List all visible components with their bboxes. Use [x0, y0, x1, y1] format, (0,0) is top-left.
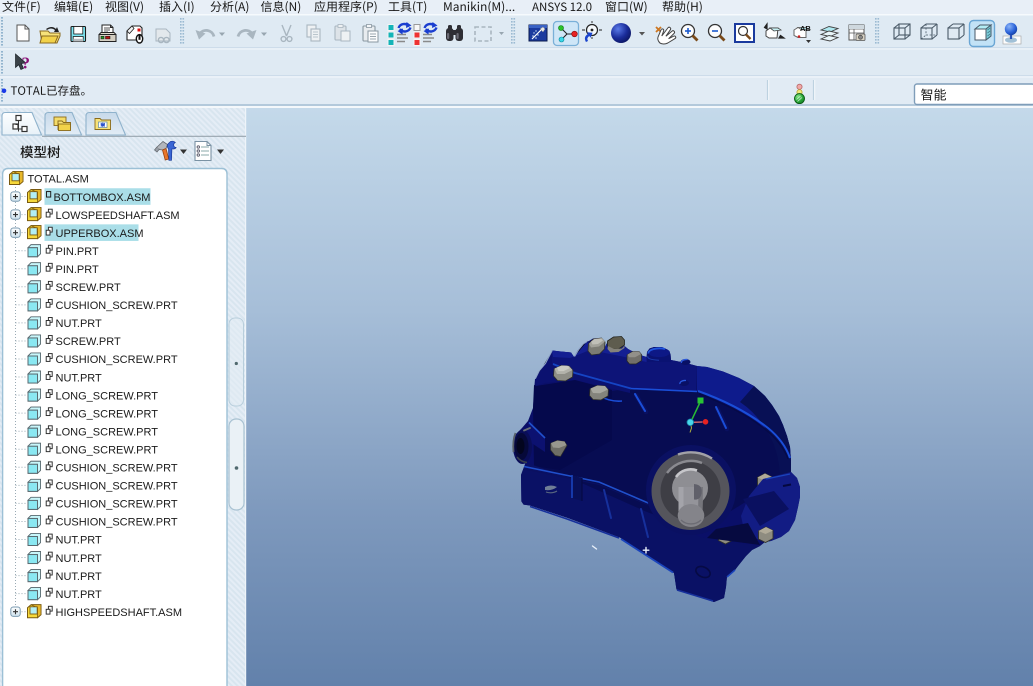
svg-text:SCREW.PRT: SCREW.PRT	[56, 336, 121, 348]
svg-text:LONG_SCREW.PRT: LONG_SCREW.PRT	[56, 426, 159, 438]
svg-text:CUSHION_SCREW.PRT: CUSHION_SCREW.PRT	[56, 300, 178, 312]
svg-text:LOWSPEEDSHAFT.ASM: LOWSPEEDSHAFT.ASM	[56, 210, 180, 222]
svg-text:NUT.PRT: NUT.PRT	[56, 553, 103, 565]
svg-text:NUT.PRT: NUT.PRT	[56, 372, 103, 384]
svg-text:PIN.PRT: PIN.PRT	[56, 246, 99, 258]
svg-text:?: ?	[22, 54, 31, 73]
svg-text:TOTAL.ASM: TOTAL.ASM	[28, 174, 89, 186]
svg-text:CUSHION_SCREW.PRT: CUSHION_SCREW.PRT	[56, 499, 178, 511]
svg-text:NUT.PRT: NUT.PRT	[56, 318, 103, 330]
svg-text:PIN.PRT: PIN.PRT	[56, 264, 99, 276]
svg-text:NUT.PRT: NUT.PRT	[56, 535, 103, 547]
svg-text:CUSHION_SCREW.PRT: CUSHION_SCREW.PRT	[56, 517, 178, 529]
svg-text:CUSHION_SCREW.PRT: CUSHION_SCREW.PRT	[56, 354, 178, 366]
svg-text:NUT.PRT: NUT.PRT	[56, 571, 103, 583]
svg-text:LONG_SCREW.PRT: LONG_SCREW.PRT	[56, 444, 159, 456]
svg-text:AB: AB	[800, 24, 811, 33]
svg-text:CUSHION_SCREW.PRT: CUSHION_SCREW.PRT	[56, 481, 178, 493]
svg-text:UPPERBOX.ASM: UPPERBOX.ASM	[56, 228, 144, 240]
svg-text:NUT.PRT: NUT.PRT	[56, 589, 103, 601]
svg-text:CUSHION_SCREW.PRT: CUSHION_SCREW.PRT	[56, 463, 178, 475]
svg-text:LONG_SCREW.PRT: LONG_SCREW.PRT	[56, 390, 159, 402]
svg-text:LONG_SCREW.PRT: LONG_SCREW.PRT	[56, 408, 159, 420]
svg-text:SCREW.PRT: SCREW.PRT	[56, 282, 121, 294]
svg-text:BOTTOMBOX.ASM: BOTTOMBOX.ASM	[54, 192, 151, 204]
svg-text:HIGHSPEEDSHAFT.ASM: HIGHSPEEDSHAFT.ASM	[56, 607, 183, 619]
